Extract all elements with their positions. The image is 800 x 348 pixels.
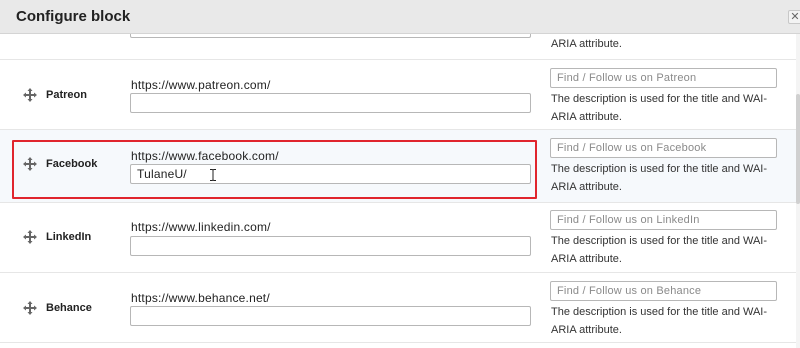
text-cursor-icon: [209, 168, 217, 181]
url-field[interactable]: [130, 93, 531, 113]
row-label: Patreon: [46, 89, 87, 101]
drag-handle-icon[interactable]: [22, 229, 38, 245]
base-url: https://www.patreon.com/: [131, 78, 271, 92]
url-field[interactable]: TulaneU/: [130, 164, 531, 184]
description-help: The description is used for the title an…: [551, 93, 768, 123]
drag-handle-icon[interactable]: [22, 156, 38, 172]
url-field[interactable]: [130, 236, 531, 256]
description-input[interactable]: Find / Follow us on Patreon: [550, 68, 777, 88]
description-input[interactable]: Find / Follow us on Facebook: [550, 138, 777, 158]
scrollbar[interactable]: [796, 34, 800, 348]
scrollbar-thumb[interactable]: [796, 94, 800, 204]
table-row: LinkedIn https://www.linkedin.com/ Find …: [0, 203, 796, 273]
table-row: Behance https://www.behance.net/ Find / …: [0, 273, 796, 343]
base-url: https://www.behance.net/: [131, 291, 270, 305]
dialog-titlebar: Configure block ✕: [0, 0, 800, 34]
url-field[interactable]: [130, 306, 531, 326]
base-url: https://www.linkedin.com/: [131, 220, 271, 234]
close-icon[interactable]: ✕: [788, 10, 800, 24]
dialog-title: Configure block: [16, 8, 131, 25]
desc-help-partial: ARIA attribute.: [551, 38, 622, 50]
url-field-partial[interactable]: [130, 34, 531, 38]
list-item-partial: ARIA attribute.: [0, 34, 796, 60]
description-help: The description is used for the title an…: [551, 163, 768, 193]
description-help: The description is used for the title an…: [551, 306, 768, 336]
table-row: Facebook https://www.facebook.com/ Tulan…: [0, 130, 796, 203]
row-label: LinkedIn: [46, 231, 92, 243]
description-input[interactable]: Find / Follow us on Behance: [550, 281, 777, 301]
base-url: https://www.facebook.com/: [131, 149, 279, 163]
description-input[interactable]: Find / Follow us on LinkedIn: [550, 210, 777, 230]
drag-handle-icon[interactable]: [22, 300, 38, 316]
drag-handle-icon[interactable]: [22, 87, 38, 103]
row-label: Facebook: [46, 158, 98, 170]
table-row: Patreon https://www.patreon.com/ Find / …: [0, 60, 796, 130]
row-label: Behance: [46, 302, 92, 314]
description-help: The description is used for the title an…: [551, 235, 768, 265]
